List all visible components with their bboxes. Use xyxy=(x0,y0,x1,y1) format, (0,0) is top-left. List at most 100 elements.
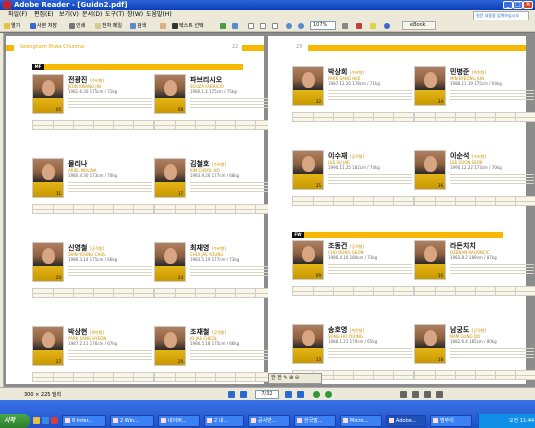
page-number-field[interactable]: 7/32 xyxy=(255,390,279,399)
print-label: 인쇄 xyxy=(76,23,86,29)
stats-table xyxy=(32,288,154,298)
email-button[interactable]: 전자 메일 xyxy=(95,22,122,30)
taskbar-task[interactable]: 2 내... xyxy=(204,415,244,427)
minimize-button[interactable]: _ xyxy=(503,1,513,9)
snapshot-button[interactable] xyxy=(220,22,227,30)
help-button[interactable] xyxy=(384,22,391,30)
continuous-icon[interactable] xyxy=(412,391,419,398)
prev-page-button[interactable] xyxy=(240,391,247,398)
hand-tool-button[interactable] xyxy=(160,22,167,30)
taskbar-task[interactable]: 공사반... xyxy=(248,415,290,427)
fit-page-button[interactable] xyxy=(260,22,267,30)
first-page-button[interactable] xyxy=(228,391,235,398)
player-photo: 36 xyxy=(414,150,446,190)
go-forward-icon[interactable] xyxy=(325,391,332,398)
player-photo: 13 xyxy=(292,324,324,364)
stats-table xyxy=(154,120,276,130)
taskbar: 시작 8 Inter... 2 Win... 네이버... 2 내... 공사반... 한… xyxy=(0,400,535,428)
taskbar-task[interactable]: 범주이 xyxy=(430,415,472,427)
print-button[interactable]: 인쇄 xyxy=(69,22,85,30)
search-label: 검색 xyxy=(137,23,147,29)
page-number: 23 xyxy=(296,44,303,50)
open-button[interactable]: 열기 xyxy=(4,22,20,30)
taskbar-task[interactable]: 한국말... xyxy=(294,415,336,427)
ebook-button[interactable]: eBook xyxy=(402,21,436,30)
task-icon xyxy=(207,418,212,423)
player-name-text: 조재철 xyxy=(190,328,210,336)
player-info-lines xyxy=(450,346,534,364)
menu-file[interactable]: 파일(F) xyxy=(8,11,27,19)
hand-icon xyxy=(160,22,166,29)
player-position: [공격형] xyxy=(471,328,486,333)
taskbar-task[interactable]: 2 Win... xyxy=(110,415,154,427)
menu-document[interactable]: 문서(D) xyxy=(82,11,102,19)
player-position: [수비형] xyxy=(89,78,104,83)
player-card: 36 이순석 [수비형] LEE SOON SEOK 1990.12.22 173cm… xyxy=(414,150,535,224)
jersey-number: 08 xyxy=(177,107,183,112)
text-cursor-icon xyxy=(172,22,178,29)
menu-window[interactable]: 창(W) xyxy=(127,11,143,19)
taskbar-task[interactable]: Adobe... xyxy=(386,415,426,427)
player-name-text: 송호영 xyxy=(328,326,348,334)
next-page-button[interactable] xyxy=(285,391,292,398)
jersey-number: 36 xyxy=(437,183,443,188)
select-text-button[interactable]: 텍스트 선택 xyxy=(172,22,204,30)
player-card: 20 신영철 [공격형] SHIN YOUNG CHUL 1986.3.14 175c… xyxy=(32,242,154,316)
single-page-icon[interactable] xyxy=(400,391,407,398)
search-button[interactable]: 검색 xyxy=(130,22,146,30)
player-info-lines xyxy=(190,348,274,366)
taskbar-task[interactable]: 8 Inter... xyxy=(62,415,106,427)
fit-width-button[interactable] xyxy=(272,22,279,30)
media-icon[interactable] xyxy=(51,417,58,424)
start-button[interactable]: 시작 xyxy=(0,414,30,428)
magnifier-icon xyxy=(232,22,238,29)
zoom-in-button[interactable] xyxy=(298,22,305,30)
player-bio: 1990.11.25 182cm / 74kg xyxy=(328,165,380,170)
facing-icon[interactable] xyxy=(424,391,431,398)
menu-edit[interactable]: 편집(E) xyxy=(34,11,54,19)
menu-view[interactable]: 보기(V) xyxy=(59,11,79,19)
last-page-button[interactable] xyxy=(297,391,304,398)
ie-icon[interactable] xyxy=(42,417,49,424)
running-head: Seongnam Ilhwa Chunma xyxy=(20,44,85,50)
folder-icon xyxy=(4,22,10,29)
go-back-icon[interactable] xyxy=(313,391,320,398)
taskbar-task[interactable]: Micro... xyxy=(340,415,382,427)
email-label: 전자 메일 xyxy=(102,23,122,29)
player-name-text: 김철호 xyxy=(190,160,210,168)
save-copy-button[interactable]: 사본 저장 xyxy=(30,22,57,30)
player-position: [수비형] xyxy=(349,70,364,75)
status-bar: 300 × 225 밀리 7/32 xyxy=(0,387,535,400)
help-icon xyxy=(384,22,390,29)
close-button[interactable]: × xyxy=(523,1,533,9)
continuous-facing-icon[interactable] xyxy=(436,391,443,398)
task-label: 8 Inter... xyxy=(72,418,93,424)
maximize-button[interactable]: □ xyxy=(513,1,523,9)
floating-toolbar[interactable]: 한 한 ✎ ⊕ ⊖ xyxy=(268,373,322,384)
player-bio: 1983.5.19 177cm / 73kg xyxy=(190,257,240,262)
player-name-text: 박상희 xyxy=(328,68,348,76)
player-info-lines xyxy=(190,264,274,282)
stats-table xyxy=(414,196,535,206)
header-bar xyxy=(308,45,526,51)
task-icon xyxy=(389,418,394,423)
stats-table xyxy=(32,120,154,130)
menu-help[interactable]: 도움말(H) xyxy=(146,11,172,19)
task-label: Micro... xyxy=(350,418,369,424)
explorer-icon[interactable] xyxy=(33,417,40,424)
zoom-tool-button[interactable] xyxy=(232,22,239,30)
actual-size-button[interactable] xyxy=(248,22,255,30)
player-name-text: 최재영 xyxy=(190,244,210,252)
rotate-button[interactable] xyxy=(342,22,349,30)
player-photo: 34 xyxy=(414,66,446,106)
player-position: [수비형] xyxy=(471,154,486,159)
zoom-field[interactable]: 107% xyxy=(310,21,336,30)
menu-tools[interactable]: 도구(T) xyxy=(105,11,124,19)
player-name-text: 남궁도 xyxy=(450,326,470,334)
comment-button[interactable] xyxy=(370,22,377,30)
player-bio: 1987.12.20 178cm / 71kg xyxy=(328,81,380,86)
zoom-out-button[interactable] xyxy=(286,22,293,30)
taskbar-task[interactable]: 네이버... xyxy=(158,415,200,427)
navigation-pane-tab[interactable] xyxy=(0,33,4,387)
bookmark-button[interactable] xyxy=(356,22,363,30)
